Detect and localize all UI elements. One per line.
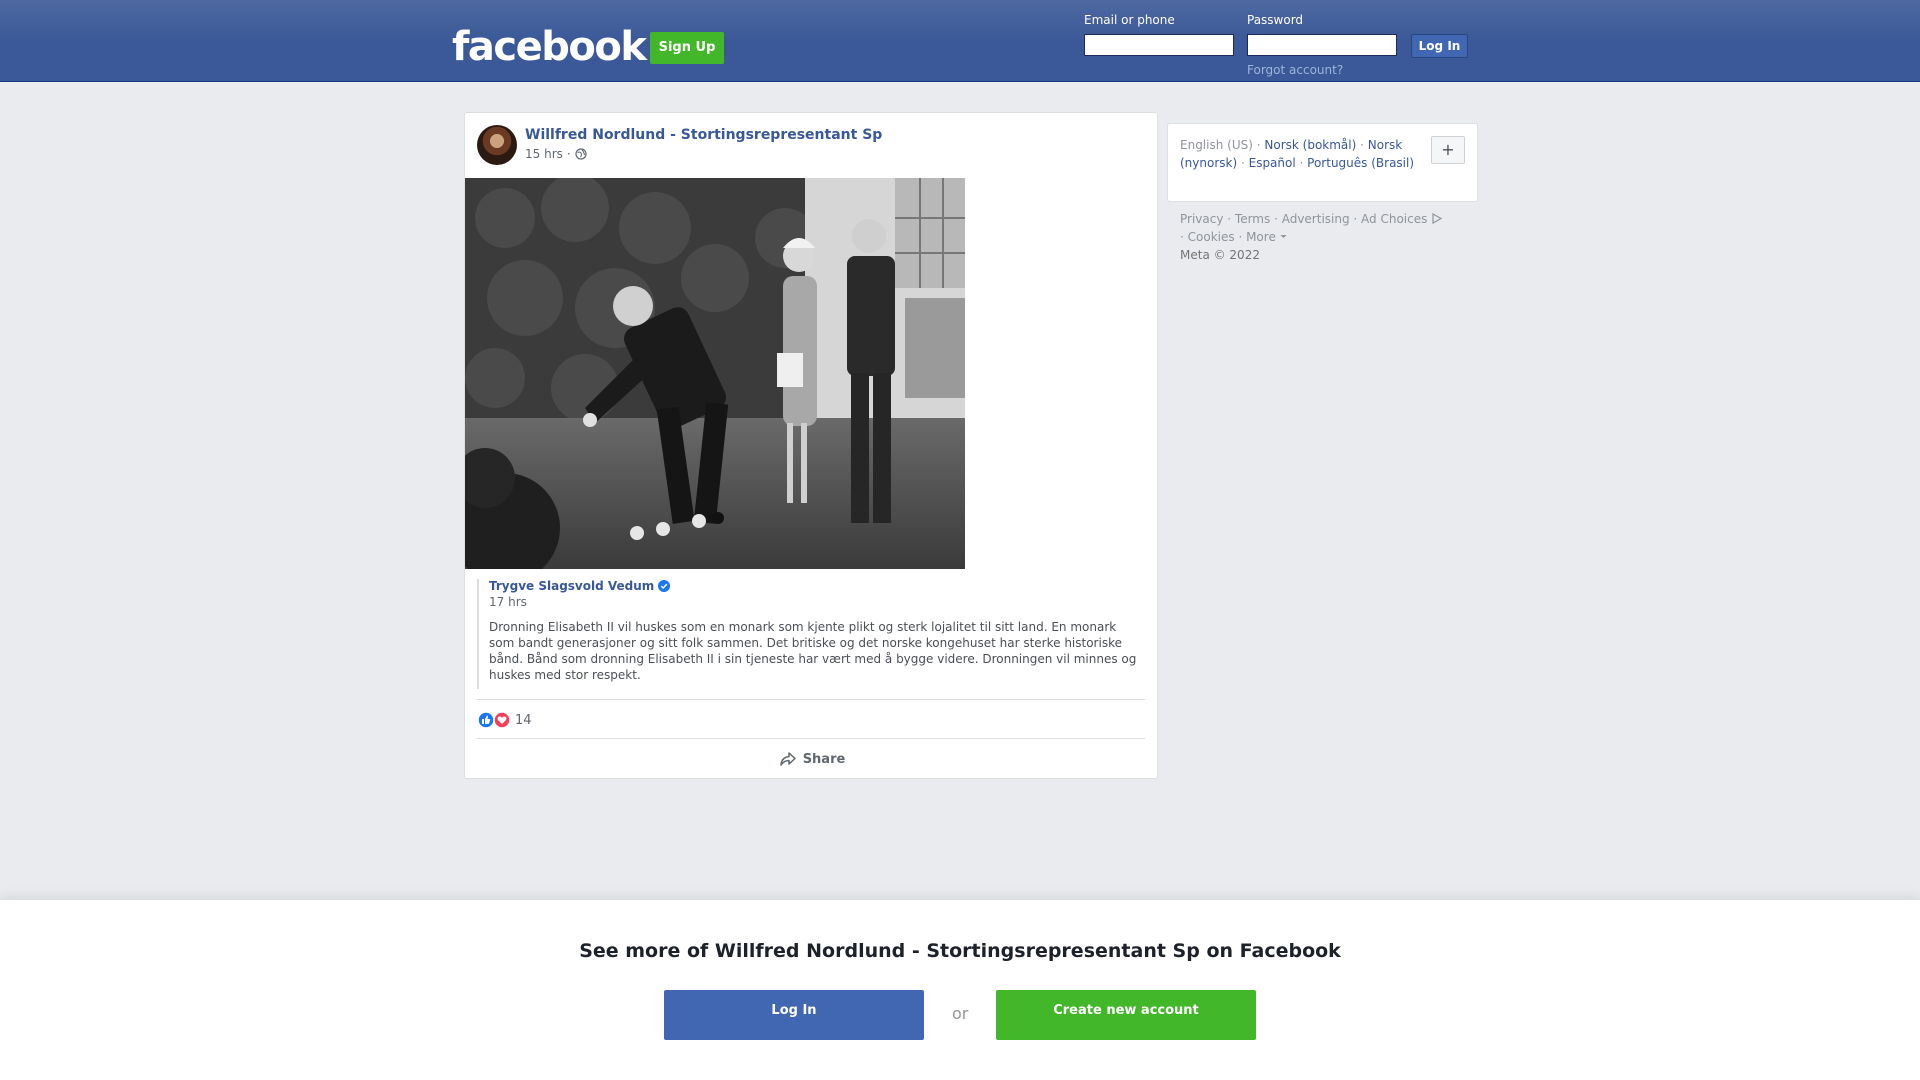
post-photo[interactable] [465,178,965,569]
email-field[interactable] [1084,34,1234,56]
footer-terms-link[interactable]: Terms [1235,212,1270,226]
footer-links: Privacy · Terms · Advertising · Ad Choic… [1180,210,1480,264]
copyright: Meta © 2022 [1180,248,1260,262]
language-norsk-bokmal[interactable]: Norsk (bokmål) [1264,138,1356,152]
footer-advertising-link[interactable]: Advertising [1282,212,1350,226]
facebook-logo[interactable]: facebook [452,22,647,72]
language-espanol[interactable]: Español [1249,156,1296,170]
more-languages-button[interactable]: + [1431,136,1465,164]
reaction-count: 14 [515,712,532,728]
create-new-account-button[interactable]: Create new account [996,990,1256,1040]
banner-title: See more of Willfred Nordlund - Storting… [579,940,1341,962]
post-time[interactable]: 15 hrs [525,147,563,161]
post-meta: 15 hrs · [525,147,587,161]
share-button[interactable]: Share [465,743,1159,775]
verified-badge-icon [658,580,671,592]
current-language: English (US) [1180,138,1253,152]
footer-privacy-link[interactable]: Privacy [1180,212,1223,226]
quote-time[interactable]: 17 hrs [489,595,1145,609]
love-reaction-icon [493,711,511,729]
quote-text: Dronning Elisabeth II vil huskes som en … [489,620,1137,682]
email-label: Email or phone [1084,13,1175,27]
divider [477,699,1145,700]
sign-up-button[interactable]: Sign Up [650,32,724,64]
reactions-summary[interactable]: 14 [477,711,532,729]
share-icon [779,752,796,766]
shared-quote: Trygve Slagsvold Vedum 17 hrs Dronning E… [477,579,1145,689]
post-author-name[interactable]: Willfred Nordlund - Stortingsrepresentan… [525,127,882,143]
top-bar: facebook Sign Up Email or phone Password… [0,0,1920,82]
globe-icon [575,148,587,160]
language-portugues-brasil[interactable]: Português (Brasil) [1307,156,1414,170]
language-selector: English (US) · Norsk (bokmål) · Norsk (n… [1167,123,1478,202]
forgot-account-link[interactable]: Forgot account? [1247,63,1343,77]
language-list: English (US) · Norsk (bokmål) · Norsk (n… [1180,138,1415,170]
password-field[interactable] [1247,34,1397,56]
footer-more-link[interactable]: More [1246,230,1287,244]
footer-ad-choices-link[interactable]: Ad Choices [1361,212,1443,226]
login-banner: See more of Willfred Nordlund - Storting… [0,900,1920,1080]
quote-author-name[interactable]: Trygve Slagsvold Vedum [489,579,654,593]
ad-choices-icon [1432,212,1443,225]
log-in-button[interactable]: Log In [1411,34,1468,58]
share-label: Share [802,751,846,767]
dropdown-arrow-icon [1280,235,1287,238]
divider [477,738,1145,739]
password-label: Password [1247,13,1304,27]
avatar[interactable] [477,125,517,165]
banner-or-text: or [952,1004,969,1023]
banner-log-in-button[interactable]: Log In [664,990,924,1040]
post-card: Willfred Nordlund - Stortingsrepresentan… [464,112,1158,779]
footer-cookies-link[interactable]: Cookies [1188,230,1235,244]
